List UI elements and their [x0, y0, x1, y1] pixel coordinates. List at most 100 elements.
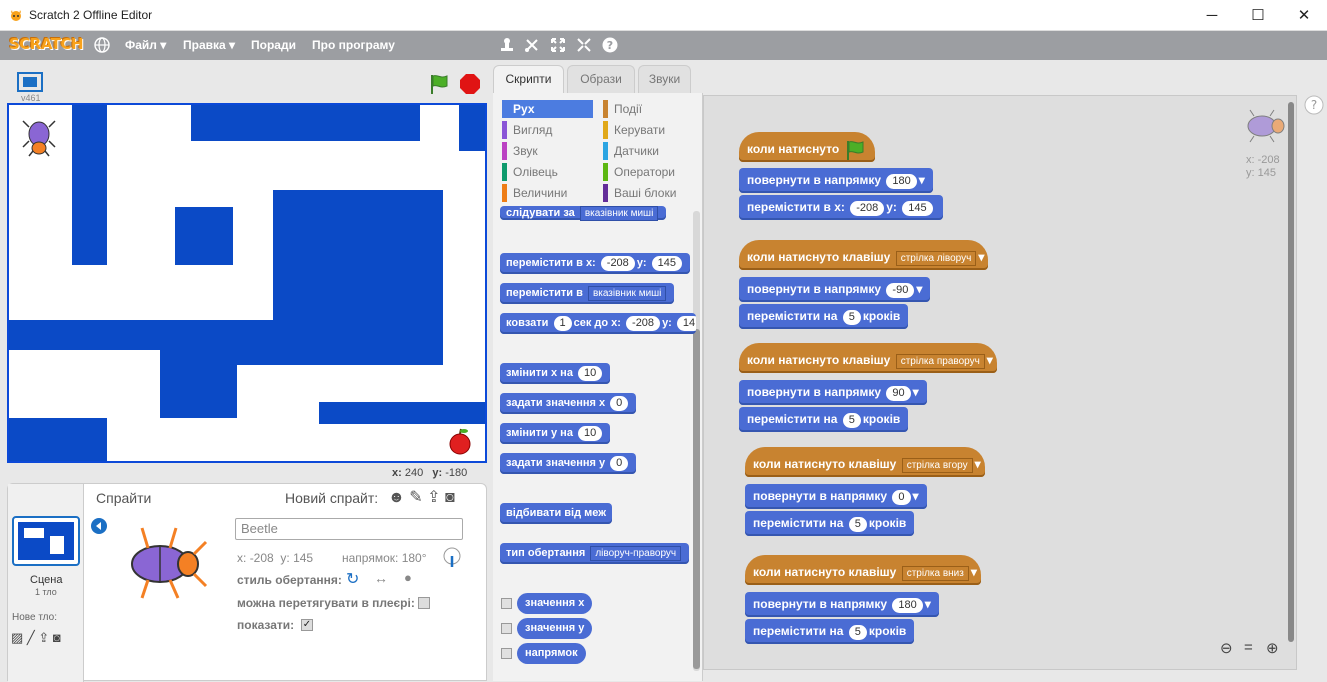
- menu-tips[interactable]: Поради: [251, 38, 296, 52]
- block-go-to-xy[interactable]: перемістити в x: -208 y: 145: [500, 253, 691, 274]
- sprites-header: Спрайти: [96, 490, 152, 506]
- hat-when-key-pressed-down[interactable]: коли натиснуто клавішу стрілка вниз ▾: [745, 555, 981, 585]
- category-motion[interactable]: Рух: [502, 100, 593, 118]
- block-bounce[interactable]: відбивати від меж: [500, 503, 613, 524]
- block-palette: Рух Вигляд Звук Олівець Величини Події К…: [493, 93, 703, 681]
- block-go-to-xy[interactable]: перемістити в x: -208 y: 145: [739, 195, 943, 220]
- new-sprite-tools[interactable]: ☻ ✎ ⇪ ◙: [388, 487, 455, 507]
- sprite-position: x: -208 y: 145: [237, 551, 314, 565]
- menu-file[interactable]: Файл ▾: [125, 38, 166, 52]
- left-right-icon[interactable]: ↔: [374, 570, 388, 586]
- sprite-panel: Сцена 1 тло Нове тло: ▨ ╱ ⇪ ◙ Спрайти Но…: [7, 483, 487, 682]
- scratch-logo[interactable]: SCRATCH: [9, 35, 84, 53]
- corner-x: x: -208: [1246, 154, 1280, 166]
- backdrop-count: 1 тло: [35, 587, 57, 597]
- block-point-direction[interactable]: повернути в напрямку 180 ▾: [739, 168, 933, 193]
- block-rotation-style[interactable]: тип обертання ліворуч-праворуч: [500, 543, 690, 564]
- zoom-reset-icon[interactable]: =: [1244, 639, 1253, 656]
- reporter-x-position[interactable]: значення х: [517, 593, 593, 614]
- back-arrow-icon[interactable]: [91, 518, 107, 534]
- block-point-towards[interactable]: слідувати за вказівник миші: [500, 206, 667, 221]
- cut-scissors-icon[interactable]: [524, 37, 540, 53]
- sprite-direction: напрямок: 180°: [342, 551, 427, 565]
- tab-costumes[interactable]: Образи: [567, 65, 635, 93]
- hat-when-flag-clicked[interactable]: коли натиснуто: [739, 132, 875, 162]
- maximize-button[interactable]: ☐: [1235, 0, 1281, 31]
- green-flag-icon[interactable]: [428, 73, 450, 95]
- block-point-direction[interactable]: повернути в напрямку 0 ▾: [745, 484, 927, 509]
- globe-icon[interactable]: [94, 37, 110, 53]
- tab-scripts[interactable]: Скрипти: [493, 65, 564, 95]
- corner-y: y: 145: [1246, 167, 1276, 179]
- checkbox-y-position[interactable]: [501, 623, 512, 634]
- svg-text:?: ?: [607, 39, 613, 52]
- zoom-in-icon[interactable]: ⊕: [1266, 639, 1279, 657]
- window-title: Scratch 2 Offline Editor: [29, 8, 153, 22]
- category-control[interactable]: Керувати: [603, 121, 665, 139]
- grow-icon[interactable]: [550, 37, 566, 53]
- block-move-steps[interactable]: перемістити на 5 кроків: [745, 619, 915, 644]
- tab-sounds[interactable]: Звуки: [638, 65, 691, 93]
- new-backdrop-label: Нове тло:: [12, 612, 57, 623]
- draggable-checkbox[interactable]: [418, 597, 430, 609]
- rotate-all-icon[interactable]: ↻: [346, 569, 359, 589]
- checkbox-x-position[interactable]: [501, 598, 512, 609]
- zoom-out-icon[interactable]: ⊖: [1220, 639, 1233, 657]
- apple-sprite[interactable]: [446, 427, 474, 455]
- menu-edit[interactable]: Правка ▾: [183, 38, 235, 52]
- show-checkbox[interactable]: ✓: [301, 619, 313, 631]
- reporter-direction[interactable]: напрямок: [517, 643, 586, 664]
- hat-when-key-pressed-left[interactable]: коли натиснуто клавішу стрілка ліворуч ▾: [739, 240, 989, 270]
- beetle-sprite[interactable]: [21, 117, 57, 157]
- stage-canvas[interactable]: [7, 103, 487, 463]
- hat-when-key-pressed-up[interactable]: коли натиснуто клавішу стрілка вгору ▾: [745, 447, 985, 477]
- duplicate-stamp-icon[interactable]: [499, 37, 515, 53]
- category-sensing[interactable]: Датчики: [603, 142, 659, 160]
- category-operators[interactable]: Оператори: [603, 163, 675, 181]
- dont-rotate-icon[interactable]: ●: [404, 570, 412, 585]
- block-set-x[interactable]: задати значення х 0: [500, 393, 637, 414]
- block-point-direction[interactable]: повернути в напрямку 90 ▾: [739, 380, 927, 405]
- hat-when-key-pressed-right[interactable]: коли натиснуто клавішу стрілка праворуч ▾: [739, 343, 997, 373]
- reporter-y-position[interactable]: значення у: [517, 618, 593, 639]
- stage-column: Сцена 1 тло Нове тло: ▨ ╱ ⇪ ◙: [8, 484, 84, 682]
- scripts-scrollbar[interactable]: [1288, 102, 1294, 642]
- block-change-y[interactable]: змінити у на 10: [500, 423, 611, 444]
- block-go-to[interactable]: перемістити в вказівник миші: [500, 283, 675, 304]
- show-label: показати:: [237, 618, 295, 632]
- block-point-direction[interactable]: повернути в напрямку 180 ▾: [745, 592, 939, 617]
- version-label: v461: [21, 93, 41, 103]
- category-looks[interactable]: Вигляд: [502, 121, 552, 139]
- sprite-name-field[interactable]: Beetle: [235, 518, 463, 540]
- checkbox-direction[interactable]: [501, 648, 512, 659]
- backdrop-tools[interactable]: ▨ ╱ ⇪ ◙: [11, 630, 61, 646]
- stage-thumbnail[interactable]: [12, 516, 80, 566]
- scripts-area[interactable]: коли натиснуто повернути в напрямку 180 ▾…: [703, 95, 1297, 670]
- scratch-cat-icon: [11, 10, 21, 21]
- fullscreen-icon[interactable]: [17, 72, 43, 92]
- stop-icon[interactable]: [459, 73, 481, 95]
- new-sprite-label: Новий спрайт:: [285, 490, 379, 506]
- help-icon[interactable]: ?: [1304, 95, 1324, 115]
- block-move-steps[interactable]: перемістити на 5 кроків: [739, 304, 909, 329]
- palette-scrollbar[interactable]: [693, 211, 700, 671]
- direction-dial-icon[interactable]: [442, 546, 462, 568]
- block-move-steps[interactable]: перемістити на 5 кроків: [739, 407, 909, 432]
- help-icon[interactable]: ?: [602, 37, 618, 53]
- category-sound[interactable]: Звук: [502, 142, 538, 160]
- rotation-style-label: стиль обертання:: [237, 573, 342, 587]
- close-button[interactable]: ✕: [1281, 0, 1327, 31]
- menu-bar: SCRATCH Файл ▾ Правка ▾ Поради Про прогр…: [0, 31, 1327, 60]
- block-glide[interactable]: ковзати 1 сек до x: -208 y: 14: [500, 313, 696, 334]
- category-events[interactable]: Події: [603, 100, 642, 118]
- shrink-icon[interactable]: [576, 37, 592, 53]
- block-set-y[interactable]: задати значення у 0: [500, 453, 637, 474]
- category-pen[interactable]: Олівець: [502, 163, 558, 181]
- block-point-direction[interactable]: повернути в напрямку -90 ▾: [739, 277, 931, 302]
- block-move-steps[interactable]: перемістити на 5 кроків: [745, 511, 915, 536]
- minimize-button[interactable]: ─: [1189, 0, 1235, 31]
- category-data[interactable]: Величини: [502, 184, 567, 202]
- menu-about[interactable]: Про програму: [312, 38, 395, 52]
- category-more-blocks[interactable]: Ваші блоки: [603, 184, 676, 202]
- block-change-x[interactable]: змінити х на 10: [500, 363, 611, 384]
